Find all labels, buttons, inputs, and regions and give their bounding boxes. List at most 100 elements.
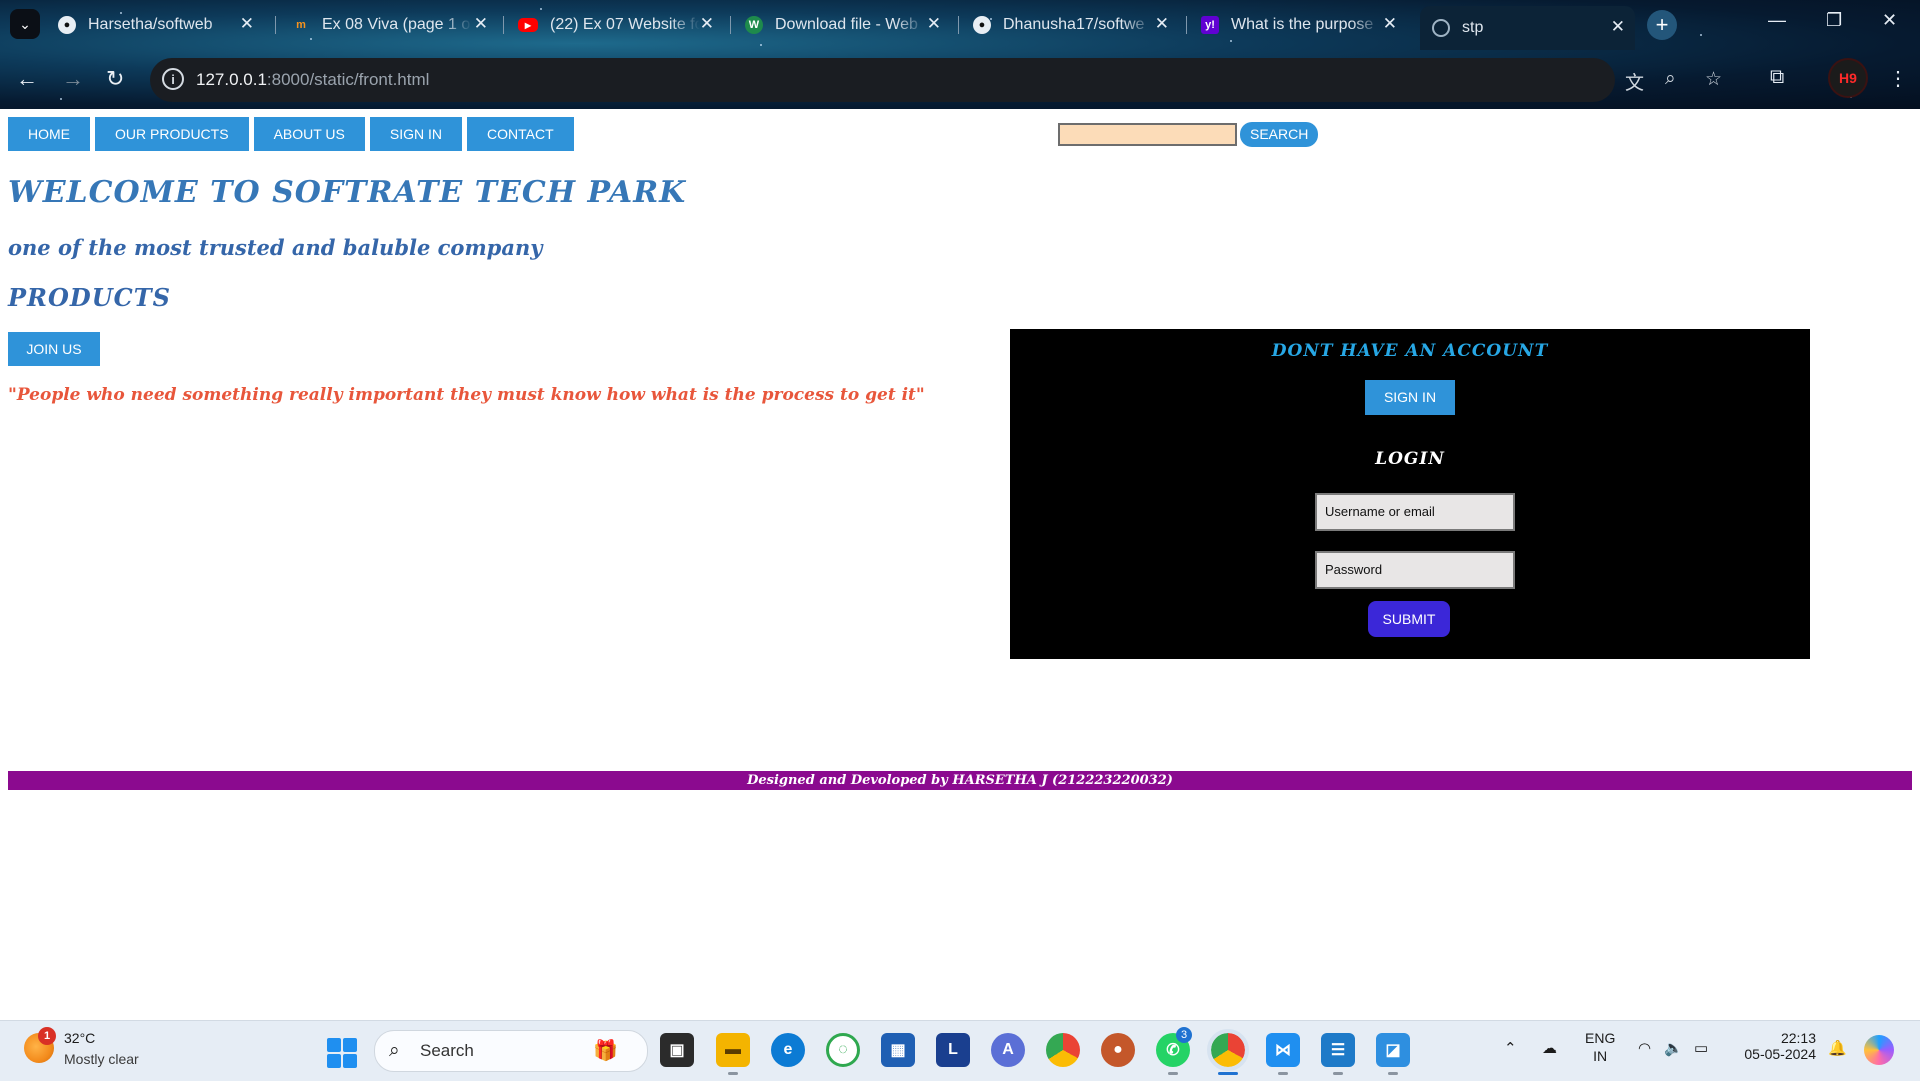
edge-icon[interactable]: e	[771, 1033, 805, 1067]
reload-icon[interactable]: ↻	[106, 66, 124, 92]
chevron-down-icon: ⌄	[19, 15, 31, 32]
taskbar-search[interactable]: ⌕ Search 🎁	[374, 1030, 648, 1072]
tab-title: stp	[1462, 19, 1484, 36]
copilot-ring-icon[interactable]: ◌	[826, 1033, 860, 1067]
no-account-heading: DONT HAVE AN ACCOUNT	[1271, 341, 1549, 361]
tab-title: (22) Ex 07 Website fo	[550, 16, 700, 33]
search-highlight-icon: 🎁	[593, 1040, 618, 1062]
volume-icon[interactable]: 🔈	[1664, 1039, 1683, 1057]
l-app-icon[interactable]: L	[936, 1033, 970, 1067]
notification-bell-icon[interactable]: 🔔	[1828, 1039, 1847, 1057]
close-icon[interactable]: ✕	[1611, 17, 1625, 37]
battery-icon[interactable]: ▭	[1694, 1039, 1708, 1057]
password-field[interactable]: Password	[1315, 551, 1515, 589]
windows-start-icon[interactable]	[327, 1038, 357, 1068]
youtube-icon: ▶	[518, 18, 538, 32]
restore-icon[interactable]: ❐	[1826, 10, 1842, 31]
submit-button[interactable]: SUBMIT	[1368, 601, 1450, 637]
more-menu-icon[interactable]: ⋮	[1888, 66, 1908, 91]
web-page: HOME OUR PRODUCTS ABOUT US SIGN IN CONTA…	[0, 109, 1920, 1020]
close-icon[interactable]: ✕	[700, 14, 714, 34]
back-arrow-icon[interactable]: ←	[16, 66, 38, 92]
nav-contact[interactable]: CONTACT	[467, 117, 574, 151]
yahoo-icon: y!	[1201, 16, 1219, 34]
chrome-icon[interactable]	[1046, 1033, 1080, 1067]
notepad-icon[interactable]: ☰	[1321, 1033, 1355, 1075]
file-explorer-icon[interactable]: ▬	[716, 1033, 750, 1075]
site-info-icon[interactable]: i	[162, 68, 184, 90]
whatsapp-badge: 3	[1176, 1027, 1192, 1043]
tab-6-active[interactable]: stp ✕	[1420, 6, 1635, 50]
tab-5[interactable]: y! What is the purpose ✕	[1201, 8, 1407, 42]
chrome-active-icon[interactable]	[1207, 1029, 1249, 1075]
tab-1[interactable]: m Ex 08 Viva (page 1 of ✕	[292, 8, 498, 42]
language-indicator[interactable]: ENG IN	[1585, 1029, 1615, 1065]
quote-text: "People who need something really import…	[8, 385, 925, 405]
close-icon[interactable]: ✕	[240, 14, 254, 34]
copilot-icon[interactable]	[1864, 1035, 1894, 1065]
tab-title: Ex 08 Viva (page 1 of	[322, 16, 472, 33]
minimize-icon[interactable]: —	[1768, 10, 1786, 31]
bookmark-star-icon[interactable]: ☆	[1705, 68, 1722, 91]
nav-about-us[interactable]: ABOUT US	[253, 117, 365, 151]
username-field[interactable]: Username or email	[1315, 493, 1515, 531]
browser-toolbar: ← → ↻ i 127.0.0.1:8000/static/front.html…	[0, 52, 1920, 109]
close-icon[interactable]: ✕	[474, 14, 488, 34]
github-icon: ●	[58, 16, 76, 34]
vscode-icon[interactable]: ⋈	[1266, 1033, 1300, 1075]
close-icon[interactable]: ✕	[1155, 14, 1169, 34]
new-tab-button[interactable]: +	[1647, 10, 1677, 40]
login-heading: LOGIN	[1375, 449, 1445, 469]
system-clock[interactable]: 22:13 05-05-2024	[1732, 1030, 1816, 1062]
photos-icon[interactable]: ◪	[1376, 1033, 1410, 1075]
store-icon[interactable]: ▦	[881, 1033, 915, 1067]
task-view-icon[interactable]: ▣	[660, 1033, 694, 1067]
onedrive-icon[interactable]: ☁	[1542, 1039, 1557, 1057]
site-nav: HOME OUR PRODUCTS ABOUT US SIGN IN CONTA…	[8, 117, 579, 151]
w-icon: W	[745, 16, 763, 34]
tab-title: Download file - Web	[775, 16, 918, 33]
join-us-button[interactable]: JOIN US	[8, 332, 100, 366]
close-icon[interactable]: ✕	[927, 14, 941, 34]
github-icon: ●	[973, 16, 991, 34]
moodle-icon: m	[296, 19, 306, 31]
tab-title: Harsetha/softweb	[88, 16, 213, 33]
search-button[interactable]: SEARCH	[1240, 122, 1319, 147]
window-close-icon[interactable]: ✕	[1882, 10, 1897, 31]
search-icon: ⌕	[389, 1040, 400, 1061]
game-icon[interactable]: ●	[1101, 1033, 1135, 1067]
site-footer: Designed and Devoloped by HARSETHA J (21…	[8, 771, 1912, 790]
page-title: WELCOME TO SOFTRATE TECH PARK	[8, 175, 687, 210]
tab-2[interactable]: ▶ (22) Ex 07 Website fo ✕	[518, 8, 724, 42]
panel-sign-in-button[interactable]: SIGN IN	[1365, 380, 1455, 415]
plus-icon: +	[1655, 12, 1669, 37]
weather-temp[interactable]: 32°C	[64, 1030, 95, 1046]
globe-icon	[1432, 19, 1450, 37]
tab-title: Dhanusha17/softwe	[1003, 16, 1145, 33]
browser-chrome: ⌄ ● Harsetha/softweb ✕ m Ex 08 Viva (pag…	[0, 0, 1920, 109]
nav-home[interactable]: HOME	[8, 117, 90, 151]
tab-title: What is the purpose	[1231, 16, 1374, 33]
search-input[interactable]	[1058, 123, 1237, 146]
url-text: 127.0.0.1:8000/static/front.html	[196, 70, 430, 89]
a-app-icon[interactable]: A	[991, 1033, 1025, 1067]
nav-sign-in[interactable]: SIGN IN	[369, 117, 462, 151]
notification-badge: 1	[38, 1027, 56, 1045]
close-icon[interactable]: ✕	[1383, 14, 1397, 34]
tab-3[interactable]: W Download file - Web ✕	[745, 8, 951, 42]
page-subtitle: one of the most trusted and baluble comp…	[8, 235, 543, 260]
weather-condition[interactable]: Mostly clear	[64, 1051, 139, 1067]
tray-chevron-up-icon[interactable]: ⌃	[1504, 1039, 1517, 1057]
wifi-icon[interactable]: ◠	[1638, 1039, 1651, 1057]
forward-arrow-icon[interactable]: →	[62, 66, 84, 92]
zoom-icon[interactable]: ⌕	[1665, 68, 1676, 90]
address-bar[interactable]: i 127.0.0.1:8000/static/front.html 文 ⌕ ☆	[150, 58, 1722, 102]
nav-our-products[interactable]: OUR PRODUCTS	[95, 117, 249, 151]
translate-icon[interactable]: 文	[1625, 68, 1644, 95]
tab-4[interactable]: ● Dhanusha17/softwe ✕	[973, 8, 1179, 42]
tab-search-button[interactable]: ⌄	[10, 9, 40, 39]
profile-avatar[interactable]: H9	[1828, 58, 1868, 98]
products-heading: PRODUCTS	[8, 283, 171, 312]
extensions-icon[interactable]: ⧉	[1770, 66, 1784, 89]
tab-0[interactable]: ● Harsetha/softweb ✕	[58, 8, 264, 42]
